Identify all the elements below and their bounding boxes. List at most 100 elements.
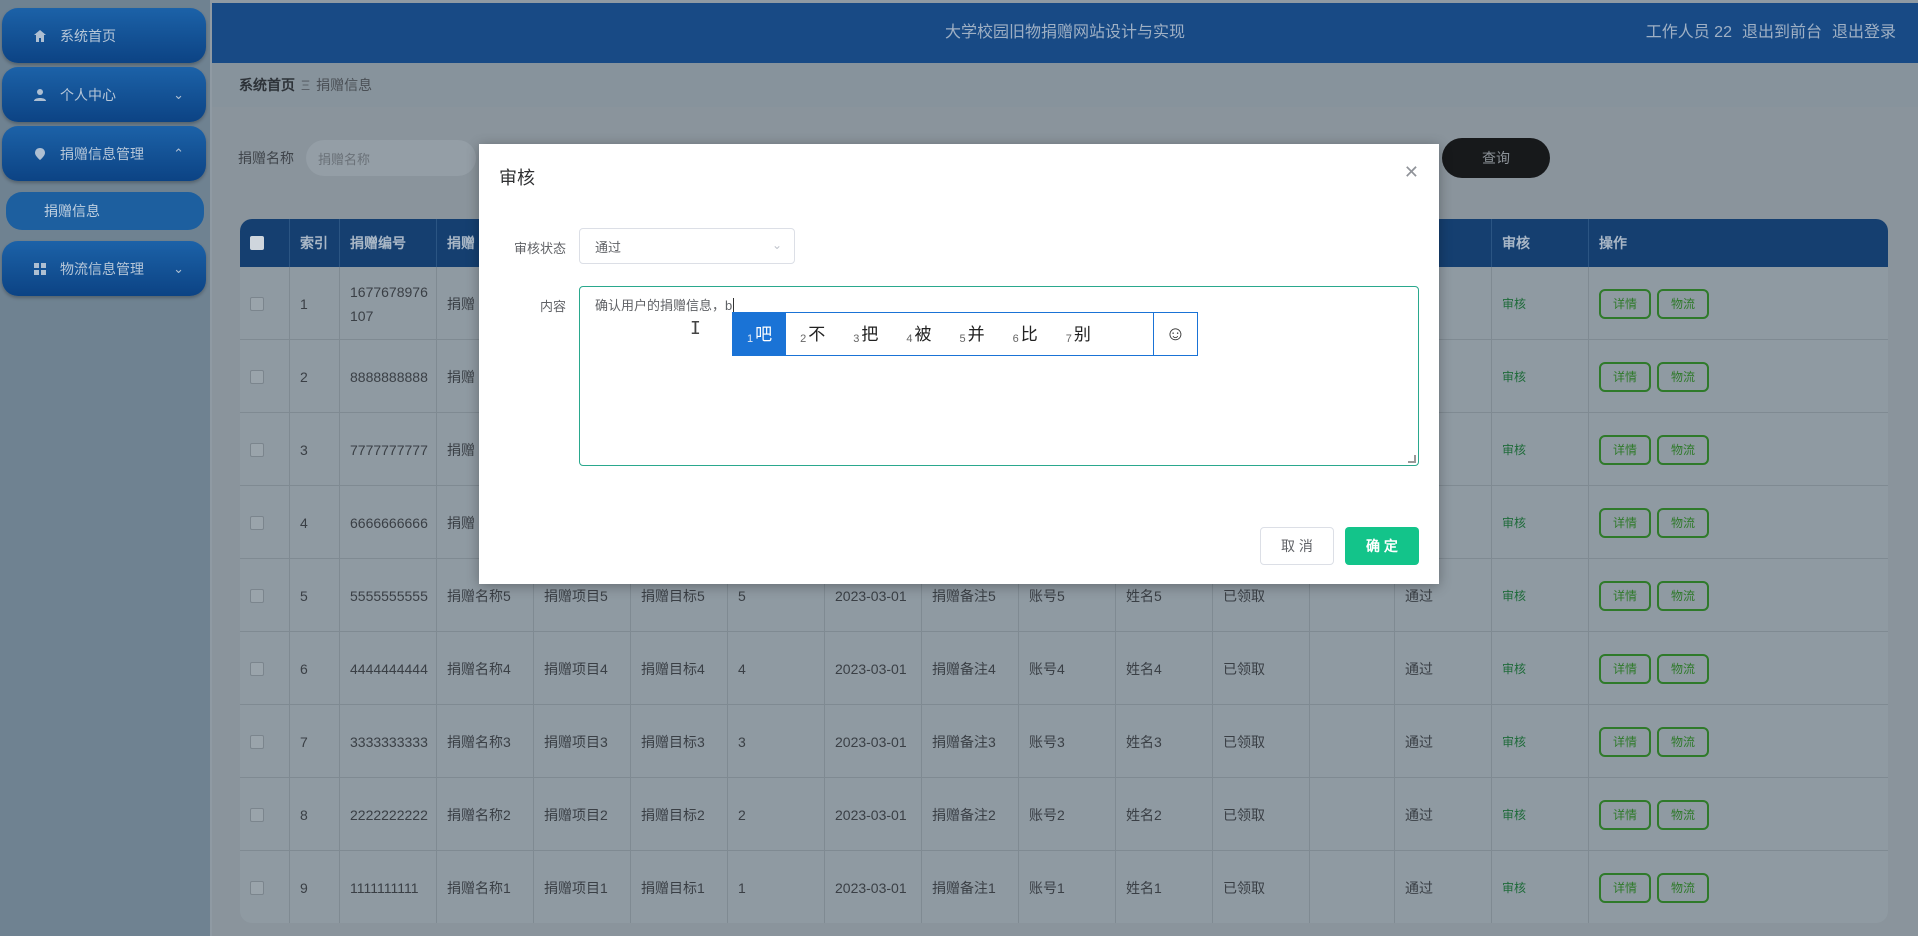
row-checkbox[interactable]	[250, 734, 264, 749]
row-checkbox[interactable]	[250, 661, 264, 676]
chevron-down-icon: ⌄	[771, 238, 782, 252]
cell-text: 9	[300, 879, 308, 896]
table-cell-target: 捐赠目标4	[631, 632, 728, 705]
user-label: 工作人员 22	[1645, 24, 1732, 41]
emoji-icon[interactable]: ☺	[1153, 313, 1197, 355]
ime-candidate[interactable]: 5并	[946, 313, 999, 355]
ime-candidate[interactable]: 4被	[892, 313, 945, 355]
cell-text: 姓名5	[1126, 587, 1162, 604]
audit-link[interactable]: 审核	[1502, 365, 1526, 389]
ime-candidate[interactable]: 2不	[786, 313, 839, 355]
logistics-button[interactable]: 物流	[1657, 799, 1709, 830]
cell-text: 已领取	[1223, 879, 1265, 896]
resize-handle[interactable]	[1408, 455, 1416, 463]
detail-button[interactable]: 详情	[1599, 507, 1651, 538]
detail-button[interactable]: 详情	[1599, 653, 1651, 684]
table-cell-state: 通过	[1395, 851, 1492, 923]
audit-link[interactable]: 审核	[1502, 803, 1526, 827]
breadcrumb-current: 捐赠信息	[316, 77, 373, 93]
ime-candidate[interactable]: 3把	[839, 313, 892, 355]
row-checkbox[interactable]	[250, 588, 264, 603]
cell-text: 已领取	[1223, 587, 1265, 604]
status-select[interactable]: 通过 ⌄	[579, 228, 795, 264]
table-cell-status: 已领取	[1213, 705, 1310, 778]
table-cell-name: 捐赠名称1	[437, 851, 534, 923]
sidebar-item-home[interactable]: 系统首页	[2, 8, 206, 63]
cell-text: 捐赠备注4	[932, 660, 996, 677]
cell-text: 6	[300, 660, 308, 677]
search-button[interactable]: 查询	[1442, 138, 1550, 178]
text-cursor-icon: I	[690, 318, 701, 339]
sidebar-item-logistics[interactable]: 物流信息管理 ⌄	[2, 241, 206, 296]
search-input[interactable]: 捐赠名称	[306, 140, 476, 176]
breadcrumb-home[interactable]: 系统首页	[239, 75, 295, 95]
cell-text: 捐赠项目1	[544, 879, 608, 896]
detail-button[interactable]: 详情	[1599, 580, 1651, 611]
confirm-button[interactable]: 确 定	[1345, 527, 1419, 565]
cell-text: 姓名3	[1126, 733, 1162, 750]
sidebar-item-donation[interactable]: 捐赠信息管理 ⌃	[2, 126, 206, 181]
logistics-button[interactable]: 物流	[1657, 580, 1709, 611]
cell-text: 6666666666	[350, 514, 428, 531]
detail-button[interactable]: 详情	[1599, 726, 1651, 757]
detail-button[interactable]: 详情	[1599, 434, 1651, 465]
row-checkbox[interactable]	[250, 296, 264, 311]
cell-text: 姓名4	[1126, 660, 1162, 677]
cell-text: 通过	[1405, 879, 1433, 896]
header-checkbox-cell[interactable]	[240, 219, 290, 267]
row-checkbox-cell	[240, 705, 290, 778]
logout-link[interactable]: 退出登录	[1832, 3, 1896, 63]
audit-link[interactable]: 审核	[1502, 657, 1526, 681]
cell-text: 1	[738, 879, 746, 896]
row-checkbox[interactable]	[250, 369, 264, 384]
table-cell-audit: 审核	[1492, 486, 1589, 559]
table-row: 7 3333333333 捐赠名称3 捐赠项目3 捐赠目标3 3 2023-03-01 捐赠备…	[240, 705, 1888, 778]
row-checkbox-cell	[240, 413, 290, 486]
cancel-button[interactable]: 取 消	[1260, 527, 1334, 565]
audit-link[interactable]: 审核	[1502, 584, 1526, 608]
table-cell-qty: 3	[728, 705, 825, 778]
table-cell-status: 已领取	[1213, 632, 1310, 705]
row-checkbox[interactable]	[250, 880, 264, 895]
cell-text: 账号1	[1029, 879, 1065, 896]
logistics-button[interactable]: 物流	[1657, 361, 1709, 392]
ime-candidate[interactable]: 1吧	[733, 313, 787, 355]
table-cell-qty: 1	[728, 851, 825, 923]
logistics-button[interactable]: 物流	[1657, 507, 1709, 538]
audit-link[interactable]: 审核	[1502, 511, 1526, 535]
logistics-button[interactable]: 物流	[1657, 288, 1709, 319]
audit-link[interactable]: 审核	[1502, 292, 1526, 316]
sidebar-subitem-donation-info[interactable]: 捐赠信息	[6, 192, 204, 230]
table-cell-state: 通过	[1395, 632, 1492, 705]
sidebar-item-personal[interactable]: 个人中心 ⌄	[2, 67, 206, 122]
row-checkbox[interactable]	[250, 515, 264, 530]
row-checkbox-cell	[240, 267, 290, 340]
audit-link[interactable]: 审核	[1502, 438, 1526, 462]
row-checkbox[interactable]	[250, 442, 264, 457]
cell-text: 捐赠项目5	[544, 587, 608, 604]
cell-text: 7	[300, 733, 308, 750]
cell-text: 通过	[1405, 660, 1433, 677]
detail-button[interactable]: 详情	[1599, 799, 1651, 830]
cell-text: 捐赠名称1	[447, 879, 511, 896]
table-cell-idx: 8	[290, 778, 340, 851]
audit-link[interactable]: 审核	[1502, 876, 1526, 900]
chevron-down-icon: ⌄	[173, 260, 184, 276]
table-cell-person: 姓名1	[1116, 851, 1213, 923]
logistics-button[interactable]: 物流	[1657, 434, 1709, 465]
ime-candidate[interactable]: 7别	[1052, 313, 1105, 355]
detail-button[interactable]: 详情	[1599, 361, 1651, 392]
close-icon[interactable]: ✕	[1404, 162, 1419, 183]
logistics-button[interactable]: 物流	[1657, 653, 1709, 684]
row-checkbox[interactable]	[250, 807, 264, 822]
logistics-button[interactable]: 物流	[1657, 726, 1709, 757]
select-all-checkbox[interactable]	[250, 236, 264, 250]
logistics-button[interactable]: 物流	[1657, 872, 1709, 903]
ime-candidate[interactable]: 6比	[999, 313, 1052, 355]
audit-link[interactable]: 审核	[1502, 730, 1526, 754]
to-front-link[interactable]: 退出到前台	[1742, 3, 1822, 63]
table-cell-target: 捐赠目标2	[631, 778, 728, 851]
detail-button[interactable]: 详情	[1599, 288, 1651, 319]
cell-text: 捐赠名称4	[447, 660, 511, 677]
detail-button[interactable]: 详情	[1599, 872, 1651, 903]
